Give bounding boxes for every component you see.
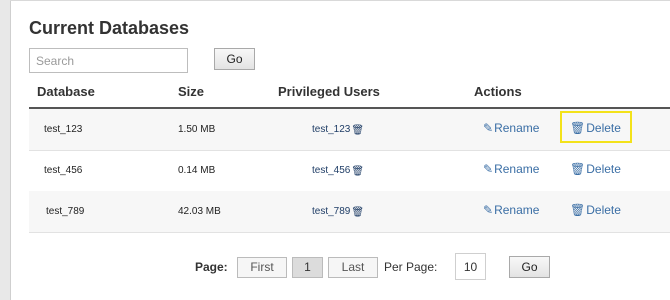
- pencil-icon: ✎: [483, 162, 494, 176]
- database-name: test_456: [44, 165, 83, 176]
- rename-link[interactable]: ✎Rename: [483, 191, 539, 229]
- database-name: test_123: [44, 124, 83, 135]
- database-size: 42.03 MB: [178, 206, 221, 217]
- column-header-database[interactable]: Database: [37, 84, 95, 99]
- database-size: 0.14 MB: [178, 165, 216, 176]
- page-label: Page:: [195, 260, 228, 274]
- trash-icon[interactable]: 🗑: [351, 192, 364, 233]
- rename-label: Rename: [494, 162, 540, 176]
- delete-label: Delete: [586, 203, 621, 217]
- first-page-button[interactable]: First: [237, 257, 287, 278]
- column-header-privileged-users: Privileged Users: [278, 84, 380, 99]
- privileged-user-link[interactable]: test_789: [312, 206, 350, 217]
- page-title: Current Databases: [29, 18, 190, 38]
- database-name: test_789: [46, 206, 85, 217]
- trash-icon[interactable]: 🗑: [351, 110, 364, 151]
- pencil-icon: ✎: [483, 121, 494, 135]
- privileged-user: test_123🗑: [312, 109, 364, 151]
- rename-label: Rename: [494, 203, 540, 217]
- pagination-go-button[interactable]: Go: [509, 256, 550, 278]
- privileged-user: test_789🗑: [312, 191, 364, 233]
- trash-icon: 🗑: [570, 203, 586, 217]
- trash-icon: 🗑: [570, 162, 586, 176]
- search-go-button[interactable]: Go: [214, 48, 255, 70]
- left-rail: [0, 0, 11, 300]
- search-input[interactable]: [29, 48, 188, 73]
- top-divider: [10, 0, 670, 1]
- table-row: test_789 42.03 MB test_789🗑 ✎Rename 🗑Del…: [29, 191, 670, 233]
- delete-label: Delete: [586, 162, 621, 176]
- rename-label: Rename: [494, 121, 540, 135]
- delete-link[interactable]: 🗑Delete: [570, 191, 621, 229]
- column-header-size[interactable]: Size: [178, 84, 204, 99]
- database-size: 1.50 MB: [178, 124, 216, 135]
- privileged-user-link[interactable]: test_123: [312, 124, 350, 135]
- rename-link[interactable]: ✎Rename: [483, 150, 539, 188]
- current-page-button[interactable]: 1: [292, 257, 323, 278]
- per-page-label: Per Page:: [384, 260, 438, 274]
- per-page-input[interactable]: 10: [455, 253, 486, 280]
- table-row: test_456 0.14 MB test_456🗑 ✎Rename 🗑Dele…: [29, 150, 670, 192]
- trash-icon[interactable]: 🗑: [351, 151, 364, 192]
- rename-link[interactable]: ✎Rename: [483, 109, 539, 147]
- delete-highlight-box: [560, 111, 632, 143]
- privileged-user-link[interactable]: test_456: [312, 165, 350, 176]
- privileged-user: test_456🗑: [312, 150, 364, 192]
- delete-link[interactable]: 🗑Delete: [570, 150, 621, 188]
- pencil-icon: ✎: [483, 203, 494, 217]
- column-header-actions: Actions: [474, 84, 522, 99]
- last-page-button[interactable]: Last: [328, 257, 378, 278]
